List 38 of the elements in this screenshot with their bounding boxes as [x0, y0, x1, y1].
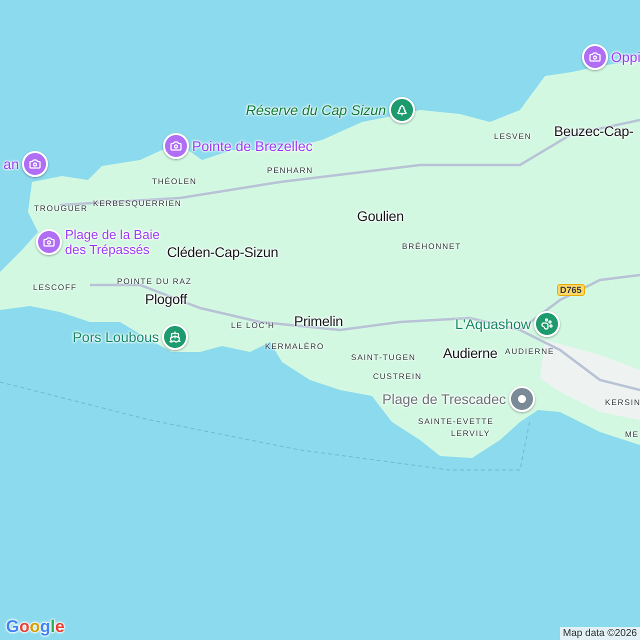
place-label: PENHARN: [267, 166, 314, 175]
town-label: Cléden-Cap-Sizun: [167, 244, 278, 260]
town-label: Plogoff: [145, 291, 187, 307]
place-label: LESVEN: [494, 132, 532, 141]
tree-icon[interactable]: [389, 97, 415, 123]
place-label: BRÉHONNET: [402, 242, 462, 251]
place-label[interactable]: Réserve du Cap Sizun: [246, 102, 386, 118]
town-label: Goulien: [357, 208, 404, 224]
place-label: CUSTREIN: [373, 372, 422, 381]
place-label: SAINT-TUGEN: [351, 353, 416, 362]
camera-icon[interactable]: [22, 151, 48, 177]
map-logo: Google: [6, 617, 65, 637]
place-label: LE LOC'H: [231, 321, 275, 330]
place-label: SAINTE-EVETTE: [418, 417, 494, 426]
place-label[interactable]: Pors Loubous: [72, 330, 159, 344]
place-label: TROUGUER: [34, 204, 88, 213]
place-label[interactable]: Oppi: [611, 50, 640, 64]
place-label[interactable]: L'Aquashow: [455, 316, 531, 332]
place-label: KERBESQUERRIEN: [93, 199, 182, 208]
town-label: Beuzec-Cap-: [554, 123, 634, 139]
place-label: KERMALÉRO: [265, 342, 324, 351]
place-label: POINTE DU RAZ: [117, 277, 192, 286]
town-label: Primelin: [294, 313, 343, 329]
place-label[interactable]: an: [3, 156, 19, 172]
place-label: ME: [625, 430, 639, 439]
place-label[interactable]: Pointe de Brezellec: [192, 138, 313, 154]
place-label: AUDIERNE: [505, 347, 554, 356]
place-label: LERVILY: [451, 429, 490, 438]
camera-icon[interactable]: [582, 44, 608, 70]
place-label: THÉOLEN: [152, 177, 197, 186]
road-number: D765: [557, 284, 585, 296]
camera-icon[interactable]: [163, 133, 189, 159]
place-label: LESCOFF: [33, 283, 77, 292]
attribution-text: Map data ©2026: [560, 627, 640, 640]
place-label[interactable]: Plage de la Baie des Trépassés: [65, 227, 163, 257]
place-label: KERSIN: [605, 398, 640, 407]
place-label[interactable]: Plage de Trescadec: [382, 392, 506, 406]
town-label: Audierne: [443, 345, 498, 361]
